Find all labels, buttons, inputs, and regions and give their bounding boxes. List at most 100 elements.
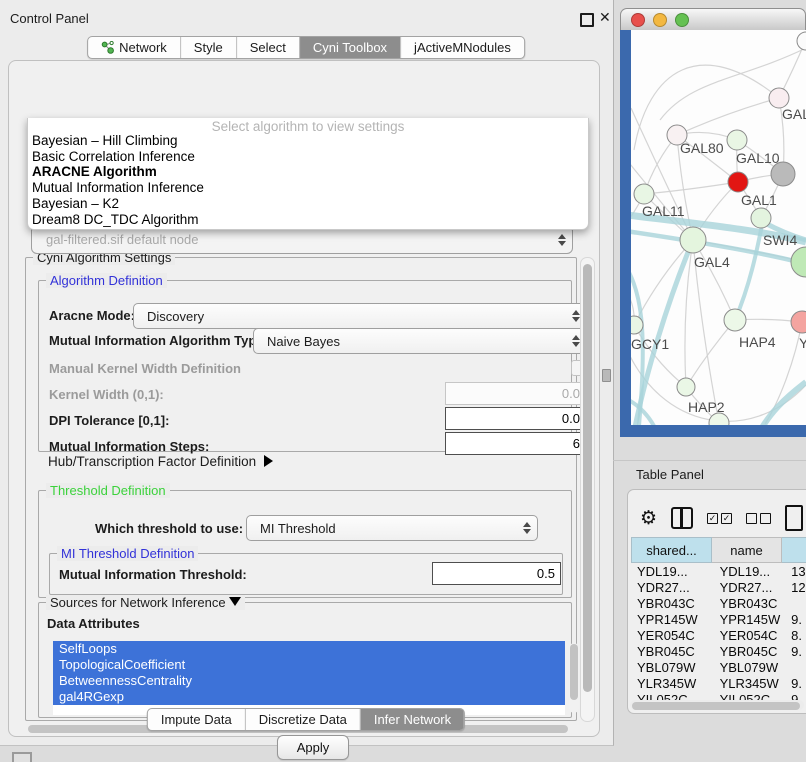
table-cell[interactable]: 13 [789,564,806,579]
table-cell[interactable]: YPR145W [716,612,790,627]
gear-icon[interactable]: ⚙ [640,509,657,528]
algorithm-option[interactable]: Basic Correlation Inference [28,149,588,165]
table-cell[interactable]: YDR27... [716,580,790,595]
tab-label: Discretize Data [259,712,347,727]
manual-kernel-label: Manual Kernel Width Definition [49,361,241,376]
network-node[interactable] [728,172,748,192]
table-cell[interactable]: YLR345W [716,676,790,691]
checked-columns-icon[interactable]: ✓✓ [707,513,732,524]
cyni-mode-tab-bar: Impute Data Discretize Data Infer Networ… [147,708,465,731]
tab-select[interactable]: Select [236,37,299,58]
tab-label: Infer Network [374,712,451,727]
table-cell[interactable]: YDR27... [631,580,716,595]
column-header-partial[interactable] [782,537,806,563]
close-icon[interactable]: ✕ [599,9,611,26]
network-node[interactable] [634,184,654,204]
network-node[interactable] [751,208,771,228]
table-cell[interactable]: YER054C [631,628,716,643]
tab-impute-data[interactable]: Impute Data [148,709,245,730]
which-threshold-combobox[interactable]: MI Threshold [246,515,538,541]
attribute-list-item[interactable]: gal4RGexp [53,689,565,705]
table-row[interactable]: YBL079WYBL079W [631,659,806,675]
network-node-label: GAL10 [736,150,780,166]
algorithm-option[interactable]: Mutual Information Inference [28,180,588,196]
table-cell[interactable]: YDL19... [631,564,716,579]
algorithm-option[interactable]: ARACNE Algorithm [28,164,588,180]
algorithm-option[interactable]: Bayesian – K2 [28,196,588,212]
table-row[interactable]: YBR043CYBR043C [631,595,806,611]
window-zoom-icon[interactable] [675,13,689,27]
table-cell[interactable]: YBR043C [716,596,790,611]
attribute-list-item[interactable]: BetweennessCentrality [53,673,565,689]
network-node[interactable] [769,88,789,108]
table-cell[interactable]: YBR043C [631,596,716,611]
table-row[interactable]: YDL19...YDL19...13 [631,563,806,579]
table-row[interactable]: YDR27...YDR27...12 [631,579,806,595]
table-cell[interactable]: YDL19... [716,564,790,579]
column-header-shared-name[interactable]: shared... [631,537,712,563]
aracne-mode-combobox[interactable]: Discovery [133,303,587,329]
mi-threshold-field[interactable]: 0.5 [432,562,561,585]
panel-splitter-handle[interactable] [602,369,611,382]
tab-infer-network[interactable]: Infer Network [360,709,464,730]
document-icon[interactable] [785,505,803,531]
tab-discretize-data[interactable]: Discretize Data [245,709,360,730]
table-cell[interactable]: 9. [789,644,806,659]
network-node[interactable] [791,311,806,333]
table-cell[interactable]: YER054C [716,628,790,643]
data-attributes-list[interactable]: SelfLoopsTopologicalCoefficientBetweenne… [53,641,565,715]
network-node[interactable] [677,378,695,396]
window-minimize-icon[interactable] [653,13,667,27]
group-title: Threshold Definition [46,483,170,498]
table-cell[interactable]: YLR345W [631,676,716,691]
table-row[interactable]: YLR345WYLR345W9. [631,675,806,691]
attribute-list-item[interactable]: TopologicalCoefficient [53,657,565,673]
algorithm-option[interactable]: Bayesian – Hill Climbing [28,133,588,149]
table-cell[interactable]: 9. [789,612,806,627]
table-cell[interactable]: 8. [789,628,806,643]
network-canvas[interactable]: GALGAL80GAL10GAL1GAL11SWI4GAL4GCY1HAP4YH… [631,30,806,425]
table-cell[interactable]: YBR045C [631,644,716,659]
column-header-name[interactable]: name [712,537,782,563]
table-row[interactable]: YPR145WYPR145W9. [631,611,806,627]
table-cell[interactable]: YBR045C [716,644,790,659]
algorithm-option[interactable]: Dream8 DC_TDC Algorithm [28,212,588,228]
control-panel-tab-bar: Network Style Select Cyni Toolbox jActiv… [87,36,525,59]
table-cell[interactable]: YPR145W [631,612,716,627]
minimized-panel-icon[interactable] [12,752,32,762]
tab-jactivemnodules[interactable]: jActiveMNodules [400,37,524,58]
network-node[interactable] [724,309,746,331]
hub-definition-expander[interactable]: Hub/Transcription Factor Definition [48,454,273,469]
table-row[interactable]: YER054CYER054C8. [631,627,806,643]
columns-icon[interactable] [671,507,693,529]
network-node[interactable] [797,32,806,50]
table-cell[interactable]: 12 [789,580,806,595]
settings-vertical-scrollbar[interactable] [580,257,595,722]
cyni-toolbox-panel: gal-filtered.sif default node Select alg… [8,60,600,737]
table-header-row: shared... name [631,537,806,563]
network-node[interactable] [680,227,706,253]
sources-group: Sources for Network Inference Data Attri… [38,602,572,718]
table-cell[interactable]: YBL079W [631,660,716,675]
table-horizontal-scrollbar[interactable] [630,700,804,710]
unchecked-columns-icon[interactable] [746,513,771,524]
window-close-icon[interactable] [631,13,645,27]
collapse-arrow-icon[interactable] [229,597,241,606]
tab-style[interactable]: Style [180,37,236,58]
mi-steps-field[interactable]: 6 [445,432,586,455]
dpi-tolerance-field[interactable]: 0.0 [445,407,586,430]
table-row[interactable]: YBR045CYBR045C9. [631,643,806,659]
table-cell[interactable]: YBL079W [716,660,790,675]
attributes-scrollbar[interactable] [569,643,579,713]
tab-cyni-toolbox[interactable]: Cyni Toolbox [299,37,400,58]
network-node[interactable] [727,130,747,150]
table-panel-title: Table Panel [636,467,704,482]
table-cell[interactable]: 9. [789,676,806,691]
attribute-list-item[interactable]: SelfLoops [53,641,565,657]
tab-network[interactable]: Network [88,37,180,58]
float-window-icon[interactable] [580,13,594,27]
network-node[interactable] [791,247,806,277]
network-window-titlebar[interactable] [620,8,806,30]
mi-algorithm-type-combobox[interactable]: Naive Bayes [253,328,587,354]
apply-button[interactable]: Apply [277,735,349,760]
